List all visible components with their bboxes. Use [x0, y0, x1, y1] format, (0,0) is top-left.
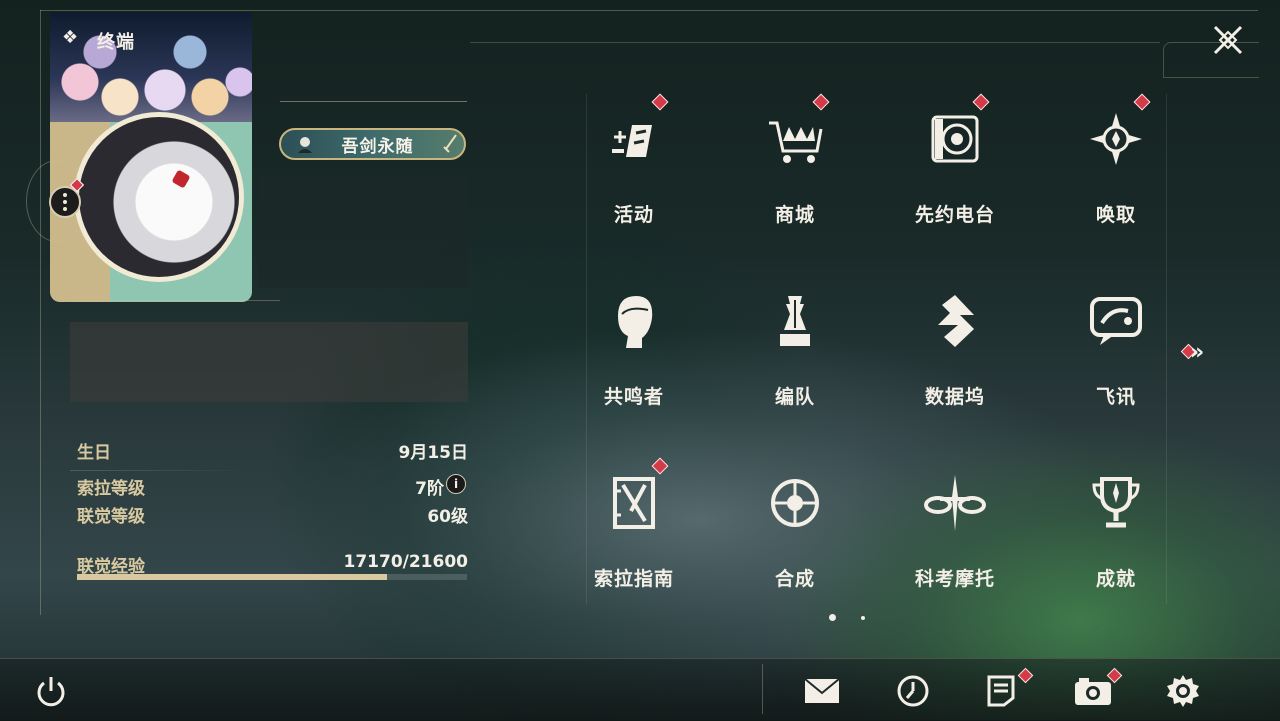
sword-emblem-icon — [443, 134, 457, 153]
info-icon[interactable]: i — [446, 474, 466, 494]
menu-item-synthesis[interactable]: 合成 — [730, 458, 860, 608]
frame-top-line — [40, 10, 1258, 11]
close-icon — [1213, 25, 1243, 55]
power-button[interactable] — [30, 670, 72, 712]
profile-card[interactable] — [50, 12, 252, 302]
motorcycle-icon — [915, 463, 995, 543]
menu-item-label: 唤取 — [1095, 204, 1136, 226]
notes-icon — [987, 675, 1015, 707]
menu-item-label: 活动 — [613, 204, 654, 226]
camera-icon — [1075, 678, 1111, 705]
frame-inner-line — [470, 42, 1160, 43]
menu-item-label: 先约电台 — [914, 204, 995, 226]
title-badge[interactable]: 吾剑永随 — [279, 128, 466, 160]
menu-item-sol-guide[interactable]: 索拉指南 — [569, 457, 699, 608]
chess-team-icon — [755, 281, 835, 361]
clock-button[interactable] — [892, 670, 934, 712]
menu-item-achievements[interactable]: 成就 — [1051, 458, 1181, 608]
menu-item-messages[interactable]: 飞讯 — [1051, 276, 1181, 426]
feature-grid: 活动 商城 先约电台 唤取 共鸣者 编队 数据坞 飞讯 索拉指南 合成 科考摩托… — [586, 93, 1168, 604]
mail-icon — [804, 678, 840, 703]
menu-item-label: 成就 — [1095, 568, 1136, 590]
mail-button[interactable] — [801, 670, 843, 712]
avatar[interactable] — [74, 112, 244, 282]
menu-item-label: 合成 — [774, 568, 815, 590]
message-chat-icon — [1076, 281, 1156, 361]
synthesis-icon — [755, 463, 835, 543]
title-badge-icon — [298, 137, 312, 153]
next-page-button[interactable]: » — [1190, 340, 1204, 365]
xp-progress-fill — [77, 574, 387, 580]
diamond-cluster-icon: ❖ — [62, 27, 79, 48]
menu-item-label: 数据坞 — [924, 386, 985, 408]
menu-item-shop[interactable]: 商城 — [730, 93, 860, 244]
menu-item-label: 编队 — [774, 386, 815, 408]
birthday-value: 9月15日 — [398, 443, 469, 463]
shop-cart-icon — [755, 99, 835, 179]
hidden-name-area — [258, 176, 468, 288]
close-button[interactable] — [1210, 22, 1246, 58]
data-dock-icon — [915, 281, 995, 361]
notes-button[interactable] — [980, 667, 1034, 712]
menu-item-data-dock[interactable]: 数据坞 — [890, 276, 1020, 426]
page-dot[interactable] — [861, 616, 865, 620]
convene-compass-icon — [1076, 99, 1156, 179]
profile-divider — [70, 300, 280, 301]
stat-divider — [70, 470, 250, 471]
name-divider — [280, 101, 467, 102]
settings-button[interactable] — [1162, 670, 1204, 712]
resonator-head-icon — [594, 281, 674, 361]
menu-item-label: 飞讯 — [1095, 386, 1136, 408]
bottom-divider — [762, 664, 763, 714]
power-icon — [37, 677, 65, 707]
double-chevron-right-icon: » — [1190, 340, 1204, 365]
sol-rank-label: 索拉等级 — [77, 479, 145, 499]
menu-item-radio[interactable]: 先约电台 — [890, 93, 1020, 244]
menu-item-resonators[interactable]: 共鸣者 — [569, 276, 699, 426]
page-title: 终端 — [97, 32, 135, 53]
union-xp-value: 17170/21600 — [343, 552, 469, 572]
birthday-label: 生日 — [77, 443, 111, 463]
menu-item-team[interactable]: 编队 — [730, 276, 860, 426]
menu-item-label: 科考摩托 — [914, 568, 995, 590]
union-level-value: 60级 — [427, 507, 468, 527]
menu-item-label: 商城 — [774, 204, 815, 226]
menu-item-convene[interactable]: 唤取 — [1051, 93, 1181, 244]
activity-icon — [594, 99, 674, 179]
trophy-icon — [1076, 463, 1156, 543]
hidden-signature-area — [70, 322, 468, 402]
menu-item-activity[interactable]: 活动 — [569, 93, 699, 244]
menu-item-motorcycle[interactable]: 科考摩托 — [890, 458, 1020, 608]
title-badge-label: 吾剑永随 — [341, 136, 414, 157]
page-dot-active[interactable] — [829, 614, 836, 621]
frame-left-line — [40, 10, 41, 615]
clock-icon — [897, 675, 929, 707]
gear-icon — [1167, 675, 1199, 707]
sol-rank-value: 7阶 — [415, 479, 444, 499]
guide-book-icon — [594, 463, 674, 543]
camera-button[interactable] — [1072, 667, 1123, 712]
union-level-label: 联觉等级 — [77, 507, 145, 527]
radio-icon — [915, 99, 995, 179]
menu-item-label: 共鸣者 — [603, 386, 664, 408]
menu-item-label: 索拉指南 — [593, 568, 674, 590]
